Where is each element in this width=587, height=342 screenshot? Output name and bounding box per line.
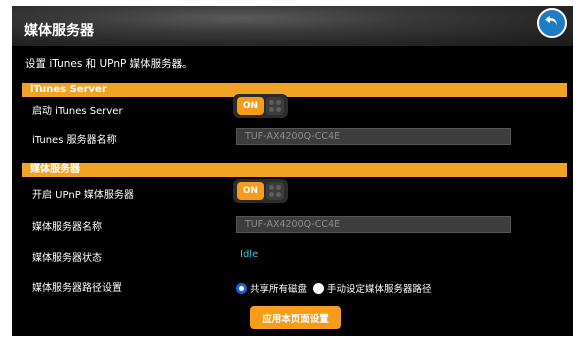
radio-share-all-disks[interactable] [236, 282, 247, 294]
itunes-server-name-label: iTunes 服务器名称 [32, 135, 117, 146]
itunes-section-header: iTunes Server [22, 83, 567, 97]
back-arrow-icon [543, 12, 561, 34]
media-section-header: 媒体服务器 [22, 163, 567, 177]
page-header: 媒体服务器 [12, 6, 573, 46]
toggle-knob [266, 97, 284, 115]
itunes-server-name-input[interactable]: TUF-AX4200Q-CC4E [236, 128, 511, 145]
radio-manual-path[interactable] [313, 282, 325, 294]
radio-share-all-disks-label[interactable]: 共享所有磁盘 [250, 281, 307, 295]
radio-manual-path-label[interactable]: 手动设定媒体服务器路径 [327, 281, 432, 295]
apply-button[interactable]: 应用本页面设置 [250, 306, 341, 329]
itunes-enable-label: 启动 iTunes Server [32, 106, 123, 117]
toggle-on-indicator: ON [237, 97, 264, 115]
back-button[interactable] [537, 8, 567, 38]
page-title: 媒体服务器 [24, 23, 94, 39]
media-server-path-label: 媒体服务器路径设置 [32, 283, 122, 294]
media-server-status-value: Idle [240, 249, 259, 260]
toggle-knob [266, 182, 284, 200]
media-server-panel: 媒体服务器 设置 iTunes 和 UPnP 媒体服务器。 iTunes Ser… [12, 6, 573, 336]
upnp-enable-label: 开启 UPnP 媒体服务器 [32, 190, 134, 201]
page-description: 设置 iTunes 和 UPnP 媒体服务器。 [25, 58, 193, 70]
media-server-name-input[interactable]: TUF-AX4200Q-CC4E [236, 216, 511, 233]
itunes-enable-toggle[interactable]: ON [233, 94, 288, 118]
media-server-name-label: 媒体服务器名称 [32, 222, 102, 233]
path-radio-group: 共享所有磁盘 手动设定媒体服务器路径 [236, 281, 438, 295]
media-server-status-label: 媒体服务器状态 [32, 253, 102, 264]
toggle-on-indicator: ON [237, 182, 264, 200]
right-gutter [573, 0, 587, 342]
upnp-enable-toggle[interactable]: ON [233, 179, 288, 203]
